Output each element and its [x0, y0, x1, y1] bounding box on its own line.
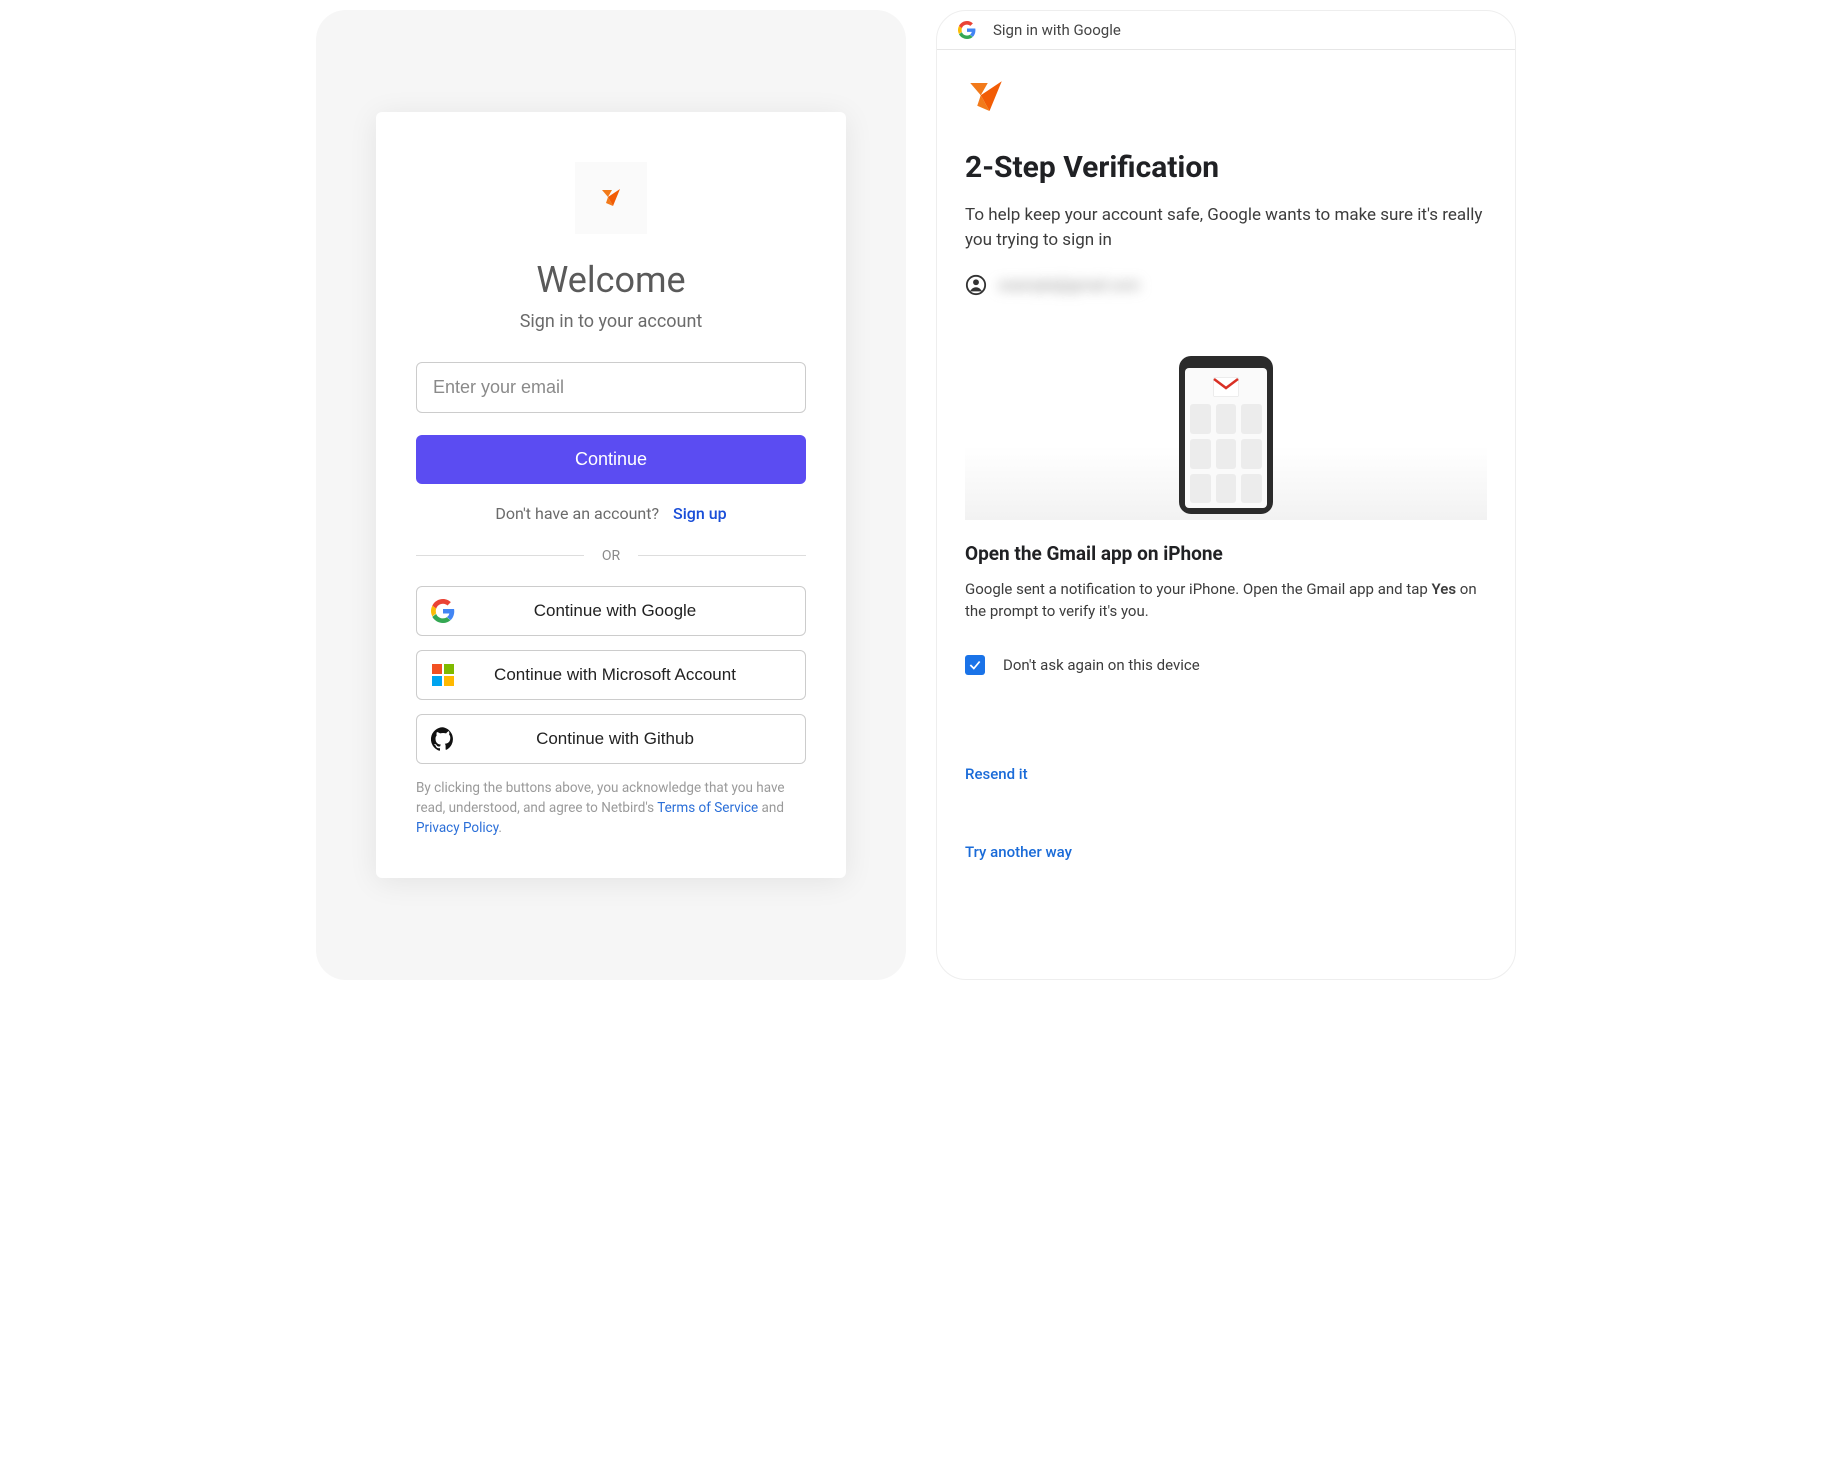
google-icon	[431, 599, 455, 623]
account-row: example@gmail.com	[965, 274, 1487, 296]
signup-prompt: Don't have an account?	[495, 504, 659, 523]
checkbox-checked-icon[interactable]	[965, 655, 985, 675]
signin-card: Welcome Sign in to your account Continue…	[376, 112, 846, 879]
legal-text: By clicking the buttons above, you ackno…	[416, 778, 806, 839]
netbird-logo	[965, 76, 1487, 122]
try-another-link[interactable]: Try another way	[965, 843, 1487, 861]
terms-link[interactable]: Terms of Service	[657, 800, 758, 816]
gmail-icon	[1213, 377, 1239, 397]
signup-row: Don't have an account? Sign up	[416, 504, 806, 523]
github-icon	[431, 727, 455, 751]
continue-microsoft-button[interactable]: Continue with Microsoft Account	[416, 650, 806, 700]
continue-button[interactable]: Continue	[416, 435, 806, 484]
google-header-text: Sign in with Google	[993, 21, 1121, 39]
account-email: example@gmail.com	[999, 276, 1140, 294]
google-icon	[955, 21, 979, 39]
account-icon	[965, 274, 987, 296]
signup-link[interactable]: Sign up	[673, 504, 727, 523]
or-divider: OR	[416, 548, 806, 564]
github-button-label: Continue with Github	[473, 729, 791, 749]
continue-google-button[interactable]: Continue with Google	[416, 586, 806, 636]
resend-link[interactable]: Resend it	[965, 765, 1487, 783]
prompt-note: Google sent a notification to your iPhon…	[965, 579, 1487, 623]
netbird-logo	[575, 162, 647, 234]
phone-illustration	[965, 336, 1487, 520]
email-input[interactable]	[416, 362, 806, 413]
verification-title: 2-Step Verification	[965, 150, 1487, 185]
google-button-label: Continue with Google	[473, 601, 791, 621]
microsoft-button-label: Continue with Microsoft Account	[473, 665, 791, 685]
prompt-subtitle: Open the Gmail app on iPhone	[965, 542, 1487, 565]
welcome-title: Welcome	[416, 259, 806, 301]
microsoft-icon	[431, 663, 455, 687]
signin-panel: Welcome Sign in to your account Continue…	[316, 10, 906, 980]
dont-ask-row[interactable]: Don't ask again on this device	[965, 655, 1487, 675]
verification-description: To help keep your account safe, Google w…	[965, 203, 1487, 252]
bird-icon	[965, 76, 1007, 118]
privacy-link[interactable]: Privacy Policy	[416, 820, 498, 836]
welcome-subtitle: Sign in to your account	[416, 311, 806, 332]
bird-icon	[599, 176, 623, 220]
google-header: Sign in with Google	[937, 11, 1515, 50]
continue-github-button[interactable]: Continue with Github	[416, 714, 806, 764]
google-2fa-panel: Sign in with Google 2-Step Verification …	[936, 10, 1516, 980]
dont-ask-label: Don't ask again on this device	[1003, 656, 1200, 674]
